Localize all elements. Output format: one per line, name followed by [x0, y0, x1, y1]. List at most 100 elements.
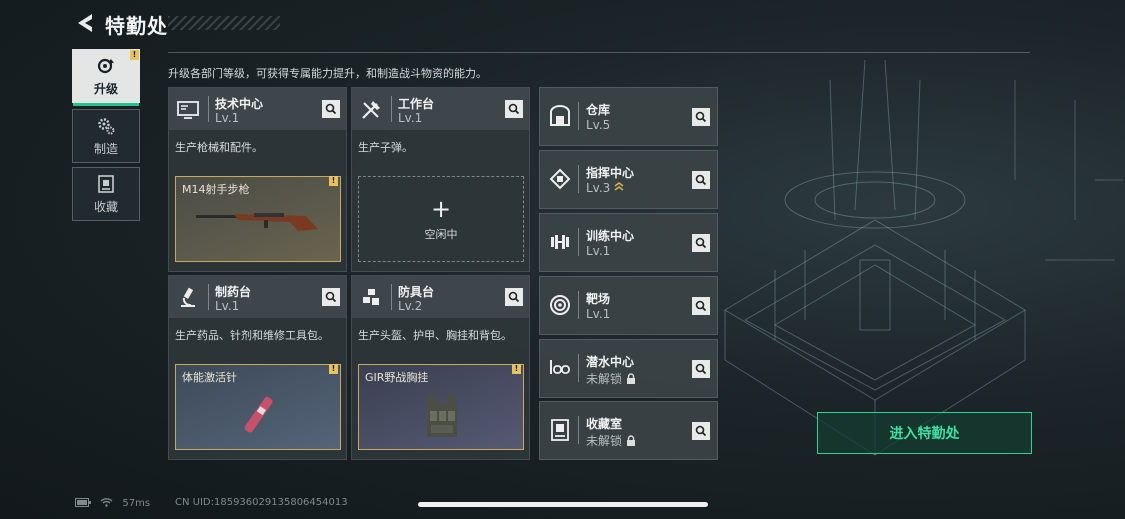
search-icon: [325, 103, 337, 115]
tab-upgrade[interactable]: 升级 !: [72, 49, 140, 106]
station-name: 技术中心: [215, 97, 264, 111]
search-button[interactable]: [322, 100, 340, 118]
tab-crafting[interactable]: 制造: [72, 109, 140, 163]
header-divider: [168, 52, 1030, 53]
facility-name: 仓库: [586, 103, 611, 117]
station-name: 制药台: [215, 285, 252, 299]
armor-icon: [363, 289, 379, 305]
search-icon: [695, 425, 707, 437]
tools-icon: [362, 101, 380, 119]
crafting-item-slot[interactable]: 体能激活针 !: [175, 364, 341, 450]
search-button[interactable]: [505, 288, 523, 306]
station-description: 生产枪械和配件。: [175, 141, 263, 154]
chip-icon: [549, 168, 571, 190]
idle-slot-add-button[interactable]: + 空闲中: [358, 176, 524, 262]
target-icon: [550, 295, 570, 315]
idle-label: 空闲中: [424, 227, 458, 241]
tab-collection[interactable]: 收藏: [72, 167, 140, 221]
wifi-icon: [100, 498, 113, 507]
facility-level: 未解锁: [586, 370, 636, 387]
chevron-rank-icon: [614, 182, 624, 191]
chest-rig-image: [427, 393, 457, 437]
search-icon: [695, 300, 707, 312]
warehouse-icon: [550, 105, 570, 126]
item-name: 体能激活针: [182, 371, 237, 384]
station-name: 工作台: [398, 97, 435, 111]
station-description: 生产药品、针剂和维修工具包。: [175, 329, 329, 342]
facility-level: Lv.1: [586, 307, 611, 321]
enter-headquarters-button[interactable]: 进入特勤处: [817, 412, 1032, 454]
page-title: 特勤处: [105, 14, 168, 38]
facility-name: 潜水中心: [586, 355, 635, 369]
station-card-workbench[interactable]: 工作台 Lv.1 生产子弹。 + 空闲中: [351, 87, 530, 272]
search-icon: [508, 103, 520, 115]
search-icon: [325, 291, 337, 303]
facility-name: 收藏室: [586, 417, 623, 431]
station-card-pharmacy[interactable]: 制药台 Lv.1 生产药品、针剂和维修工具包。 体能激活针 !: [168, 275, 347, 460]
notification-badge: !: [130, 50, 139, 60]
display-case-icon: [551, 419, 569, 441]
station-level: Lv.1: [398, 111, 423, 125]
search-button[interactable]: [692, 422, 710, 440]
station-card-armor-bench[interactable]: 防具台 Lv.2 生产头盔、护甲、胸挂和背包。 GIR野战胸挂 !: [351, 275, 530, 460]
back-arrow-icon[interactable]: [74, 12, 96, 34]
diving-mask-icon: [550, 360, 570, 374]
notification-badge: !: [512, 364, 521, 374]
search-icon: [695, 363, 707, 375]
monitor-icon: [177, 101, 199, 119]
facility-training-center[interactable]: 训练中心 Lv.1: [539, 213, 718, 272]
gears-icon: [98, 117, 115, 134]
microscope-icon: [181, 287, 195, 307]
facility-level: 未解锁: [586, 432, 636, 449]
search-button[interactable]: [692, 234, 710, 252]
facility-command-center[interactable]: 指挥中心 Lv.3: [539, 150, 718, 209]
search-button[interactable]: [322, 288, 340, 306]
facility-name: 指挥中心: [586, 166, 635, 180]
notification-badge: !: [329, 364, 338, 374]
notification-badge: !: [329, 176, 338, 186]
crafting-item-slot[interactable]: M14射手步枪 !: [175, 176, 341, 262]
station-description: 生产头盔、护甲、胸挂和背包。: [358, 329, 512, 342]
tab-crafting-label: 制造: [93, 141, 118, 156]
station-name: 防具台: [398, 285, 435, 299]
search-icon: [508, 291, 520, 303]
facility-level: Lv.1: [586, 244, 611, 258]
station-description: 生产子弹。: [358, 141, 413, 154]
item-name: GIR野战胸挂: [365, 371, 429, 384]
plus-icon: +: [430, 194, 452, 223]
search-icon: [695, 237, 707, 249]
page-description: 升级各部门等级，可获得专属能力提升，和制造战斗物资的能力。: [168, 67, 487, 80]
station-level: Lv.1: [215, 299, 240, 313]
search-icon: [695, 111, 707, 123]
dumbbell-icon: [551, 235, 569, 249]
facility-diving-center[interactable]: 潜水中心 未解锁: [539, 339, 718, 398]
lock-icon: [626, 373, 635, 384]
upgrade-icon: [97, 58, 114, 73]
crafting-item-slot[interactable]: GIR野战胸挂 !: [358, 364, 524, 450]
search-icon: [695, 174, 707, 186]
search-button[interactable]: [692, 171, 710, 189]
syringe-image: [244, 396, 273, 433]
search-button[interactable]: [692, 360, 710, 378]
collection-icon: [98, 174, 114, 193]
title-decoration: [168, 16, 280, 30]
home-indicator[interactable]: [418, 502, 708, 507]
facility-level: Lv.5: [586, 118, 611, 132]
facility-name: 靶场: [586, 292, 611, 306]
facility-warehouse[interactable]: 仓库 Lv.5: [539, 87, 718, 146]
facility-level: Lv.3: [586, 181, 624, 195]
player-uid: CN UID:18593602913580645401​3: [175, 497, 348, 508]
tab-upgrade-label: 升级: [93, 81, 118, 96]
search-button[interactable]: [692, 297, 710, 315]
battery-icon: [75, 498, 91, 507]
rifle-image: [196, 213, 318, 231]
ping-value: 57ms: [122, 498, 151, 509]
station-card-tech-center[interactable]: 技术中心 Lv.1 生产枪械和配件。 M14射手步枪 !: [168, 87, 347, 272]
tab-collection-label: 收藏: [93, 199, 118, 214]
search-button[interactable]: [505, 100, 523, 118]
facility-collection-room[interactable]: 收藏室 未解锁: [539, 401, 718, 460]
station-level: Lv.2: [398, 299, 423, 313]
search-button[interactable]: [692, 108, 710, 126]
station-level: Lv.1: [215, 111, 240, 125]
facility-shooting-range[interactable]: 靶场 Lv.1: [539, 276, 718, 335]
